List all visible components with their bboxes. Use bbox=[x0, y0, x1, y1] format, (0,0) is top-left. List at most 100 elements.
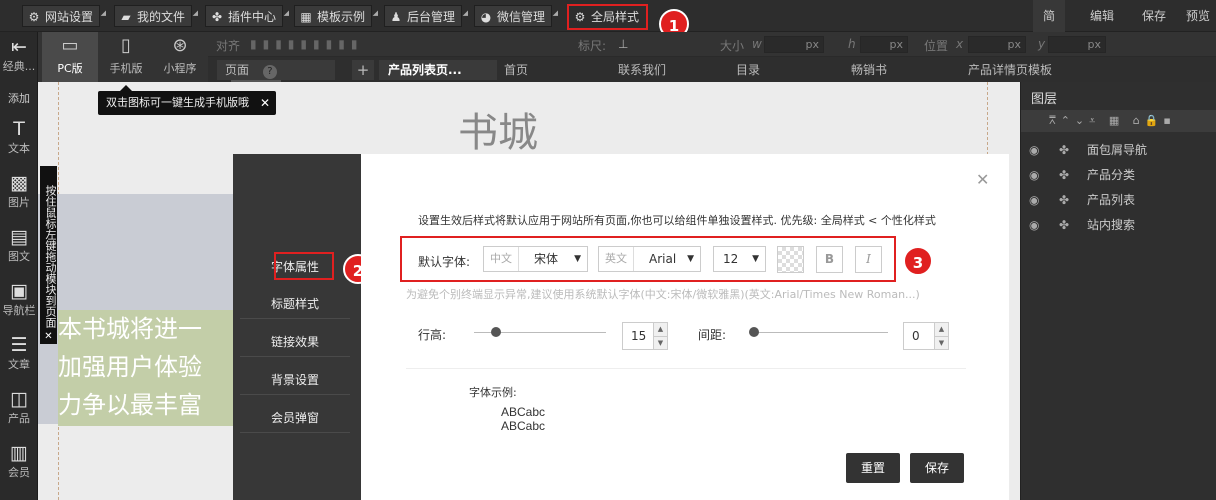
help-icon[interactable]: ? bbox=[262, 65, 277, 79]
preview-button[interactable]: 预览 bbox=[1180, 0, 1216, 32]
pc-version-tab[interactable]: ▭ PC版 bbox=[42, 32, 98, 82]
tab-catalog[interactable]: 目录 bbox=[736, 60, 760, 80]
user-icon: ♟ bbox=[390, 10, 402, 24]
tooltip-arrow bbox=[120, 85, 132, 91]
tooltip-close-icon[interactable]: ✕ bbox=[260, 91, 270, 115]
y-input[interactable]: px bbox=[1048, 36, 1106, 53]
height-label: h bbox=[848, 37, 856, 51]
image-icon: ▩ bbox=[10, 172, 28, 194]
close-dialog-icon[interactable]: ✕ bbox=[976, 170, 989, 189]
nav-heading-style[interactable]: 标题样式 bbox=[240, 289, 350, 319]
menu-my-files[interactable]: ▰ 我的文件 ◢ bbox=[114, 5, 198, 27]
spacing-stepper[interactable]: 0 ▲ ▼ bbox=[903, 322, 949, 350]
width-input[interactable]: px bbox=[764, 36, 824, 53]
layers-title: 图层 bbox=[1031, 92, 1058, 107]
component-product[interactable]: ◫ 产品 bbox=[0, 388, 38, 426]
stepper-down-icon[interactable]: ▼ bbox=[653, 336, 667, 349]
nav-background-settings[interactable]: 背景设置 bbox=[240, 365, 350, 395]
highlight-box-3 bbox=[400, 236, 896, 282]
mini-program-icon: ⊛ bbox=[172, 35, 188, 56]
banner-line-1: 本书城将进一 bbox=[58, 315, 202, 343]
mini-program-tab[interactable]: ⊛ 小程序 bbox=[152, 32, 208, 82]
eye-icon[interactable]: ◉ bbox=[1029, 188, 1039, 213]
product-icon: ◫ bbox=[10, 388, 28, 410]
navbar-icon: ▣ bbox=[10, 280, 28, 302]
member-icon: ▥ bbox=[10, 442, 28, 464]
stepper-up-icon[interactable]: ▲ bbox=[934, 323, 948, 336]
site-title[interactable]: 书城 bbox=[458, 100, 538, 158]
caret-icon: ◢ bbox=[283, 9, 290, 17]
caret-icon: ◢ bbox=[100, 9, 107, 17]
line-height-stepper[interactable]: 15 ▲ ▼ bbox=[622, 322, 668, 350]
plugin-icon: ✤ bbox=[211, 10, 223, 24]
layer-item[interactable]: ◉ ✤ 面包屑导航 bbox=[1021, 138, 1216, 163]
size-label: 大小 bbox=[720, 39, 745, 53]
layer-item[interactable]: ◉ ✤ 产品列表 bbox=[1021, 188, 1216, 213]
line-height-label: 行高: bbox=[418, 328, 447, 342]
edit-button[interactable]: 编辑 bbox=[1082, 0, 1122, 32]
banner-text-block[interactable]: 本书城将进一 加强用户体验 力争以最丰富 bbox=[58, 310, 238, 426]
component-text[interactable]: T 文本 bbox=[0, 118, 38, 156]
x-input[interactable]: px bbox=[968, 36, 1026, 53]
module-icon: ✤ bbox=[1059, 143, 1070, 157]
briefcase-icon: ▰ bbox=[121, 10, 131, 24]
layer-item[interactable]: ◉ ✤ 产品分类 bbox=[1021, 163, 1216, 188]
stepper-down-icon[interactable]: ▼ bbox=[934, 336, 948, 349]
gear-icon: ⚙ bbox=[28, 10, 40, 24]
menu-wechat[interactable]: ◕ 微信管理 ◢ bbox=[474, 5, 558, 27]
spacing-slider-handle[interactable] bbox=[749, 327, 759, 337]
font-hint: 为避免个别终端显示异常,建议使用系统默认字体(中文:宋体/微软雅黑)(英文:Ar… bbox=[406, 288, 920, 301]
line-height-slider-handle[interactable] bbox=[491, 327, 501, 337]
height-input[interactable]: px bbox=[860, 36, 908, 53]
layers-toolbar[interactable]: ⩞⌃⌄⩡ ▦ ⌂🔒▪ bbox=[1021, 110, 1216, 132]
tab-home[interactable]: 首页 bbox=[504, 60, 528, 80]
language-switch[interactable]: 简 bbox=[1033, 0, 1065, 32]
classic-mode-button[interactable]: ⇤ 经典... bbox=[0, 36, 38, 74]
article-icon: ☰ bbox=[10, 334, 28, 356]
component-navbar[interactable]: ▣ 导航栏 bbox=[0, 280, 38, 318]
reset-button[interactable]: 重置 bbox=[846, 453, 900, 483]
device-switcher: ▭ PC版 ▯ 手机版 ⊛ 小程序 bbox=[38, 32, 208, 82]
menu-site-settings[interactable]: ⚙ 网站设置 ◢ bbox=[22, 5, 106, 27]
dialog-description: 设置生效后样式将默认应用于网站所有页面,你也可以给组件单独设置样式. 优先级: … bbox=[418, 214, 936, 227]
x-label: x bbox=[956, 37, 964, 51]
exit-icon: ⇤ bbox=[11, 36, 27, 58]
spacing-slider-track[interactable] bbox=[752, 332, 888, 333]
page-selector[interactable]: 页面 ? 底版 bbox=[217, 60, 335, 100]
menu-plugin-center[interactable]: ✤ 插件中心 ◢ bbox=[205, 5, 289, 27]
component-article[interactable]: ☰ 文章 bbox=[0, 334, 38, 372]
layer-item[interactable]: ◉ ✤ 站内搜索 bbox=[1021, 213, 1216, 238]
step-badge-3: 3 bbox=[903, 246, 933, 276]
mobile-version-tab[interactable]: ▯ 手机版 bbox=[98, 32, 154, 82]
nav-member-popup[interactable]: 会员弹窗 bbox=[240, 403, 350, 433]
highlight-box-1 bbox=[567, 4, 648, 30]
tab-current-page[interactable]: 产品列表页... bbox=[379, 60, 497, 80]
save-top-button[interactable]: 保存 bbox=[1134, 0, 1174, 32]
eye-icon[interactable]: ◉ bbox=[1029, 213, 1039, 238]
divider bbox=[406, 368, 966, 369]
tab-bestsellers[interactable]: 畅销书 bbox=[851, 60, 887, 80]
component-image[interactable]: ▩ 图片 bbox=[0, 172, 38, 210]
tab-product-detail-template[interactable]: 产品详情页模板 bbox=[968, 60, 1052, 80]
component-image-text[interactable]: ▤ 图文 bbox=[0, 226, 38, 264]
add-page-button[interactable]: + bbox=[352, 60, 374, 80]
ruler-icon[interactable]: ⊥ bbox=[618, 37, 628, 51]
add-label: 添加 bbox=[8, 92, 30, 105]
mobile-tooltip: 双击图标可一键生成手机版哦 ✕ bbox=[98, 91, 276, 115]
grid-icon: ▦ bbox=[300, 10, 312, 24]
menu-backend[interactable]: ♟ 后台管理 ◢ bbox=[384, 5, 468, 27]
font-sample-label: 字体示例: bbox=[469, 386, 517, 399]
align-icons[interactable]: ▮▮▮▮▮▮▮▮▮ bbox=[250, 37, 363, 51]
tab-contact[interactable]: 联系我们 bbox=[618, 60, 666, 80]
caret-icon: ◢ bbox=[372, 9, 379, 17]
save-button[interactable]: 保存 bbox=[910, 453, 964, 483]
property-toolbar: 对齐 ▮▮▮▮▮▮▮▮▮ 标尺: ⊥ 大小 w px h px 位置 x px … bbox=[208, 32, 1216, 57]
menu-template-examples[interactable]: ▦ 模板示例 ◢ bbox=[294, 5, 378, 27]
drag-hint-close-icon[interactable]: ✕ bbox=[40, 329, 57, 344]
nav-link-effect[interactable]: 链接效果 bbox=[240, 327, 350, 357]
eye-icon[interactable]: ◉ bbox=[1029, 163, 1039, 188]
stepper-up-icon[interactable]: ▲ bbox=[653, 323, 667, 336]
eye-icon[interactable]: ◉ bbox=[1029, 138, 1039, 163]
component-member[interactable]: ▥ 会员 bbox=[0, 442, 38, 480]
top-menubar: ⚙ 网站设置 ◢ ▰ 我的文件 ◢ ✤ 插件中心 ◢ ▦ 模板示例 ◢ ♟ 后台管理 ◢ ◕ 微信管理… bbox=[0, 0, 1216, 39]
